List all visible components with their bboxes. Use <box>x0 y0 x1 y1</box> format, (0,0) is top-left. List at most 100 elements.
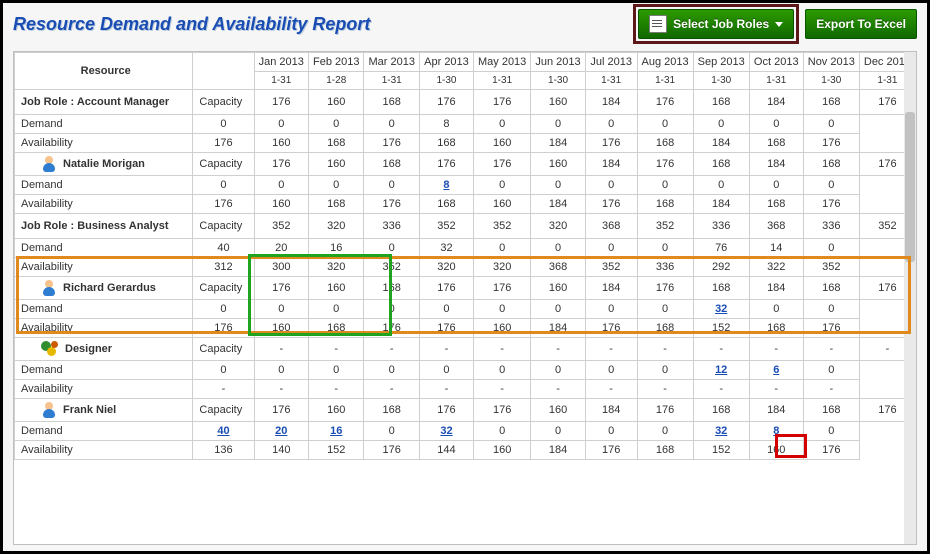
metric-cell: 0 <box>309 361 364 380</box>
metric-cell: 292 <box>693 258 749 277</box>
metric-cell: 160 <box>309 277 364 300</box>
metric-cell: 176 <box>419 399 473 422</box>
metric-label: Availability <box>15 134 193 153</box>
metric-label: Capacity <box>193 338 254 361</box>
metric-cell: 168 <box>419 134 473 153</box>
metric-label: Availability <box>15 380 193 399</box>
metric-cell: 8 <box>419 176 473 195</box>
demand-link[interactable]: 32 <box>715 425 727 437</box>
metric-cell: 176 <box>585 195 637 214</box>
metric-cell: - <box>693 380 749 399</box>
metric-cell: - <box>585 380 637 399</box>
metric-cell: 0 <box>803 115 859 134</box>
metric-cell: - <box>254 338 308 361</box>
metric-cell: 0 <box>803 422 859 441</box>
metric-cell: 0 <box>473 422 530 441</box>
month-header: Apr 2013 <box>419 53 473 72</box>
metric-cell: 176 <box>254 153 308 176</box>
vertical-scrollbar[interactable] <box>904 52 916 544</box>
metric-cell: - <box>749 380 803 399</box>
metric-cell: 6 <box>749 361 803 380</box>
metric-cell: 0 <box>749 300 803 319</box>
metric-cell: - <box>419 380 473 399</box>
toolbar: Select Job Roles Export To Excel <box>633 4 917 44</box>
metric-cell: 168 <box>309 195 364 214</box>
metric-cell: 184 <box>749 277 803 300</box>
metric-cell: 160 <box>531 90 585 115</box>
metric-cell: 176 <box>473 277 530 300</box>
month-header: Nov 2013 <box>803 53 859 72</box>
metric-label: Availability <box>15 319 193 338</box>
metric-cell: 176 <box>254 399 308 422</box>
month-subheader: 1-30 <box>531 72 585 90</box>
metric-cell: 176 <box>473 153 530 176</box>
metric-cell: 320 <box>419 258 473 277</box>
metric-cell: 176 <box>419 90 473 115</box>
metric-cell: 0 <box>193 115 254 134</box>
export-excel-button[interactable]: Export To Excel <box>805 9 917 39</box>
demand-link[interactable]: 20 <box>275 425 287 437</box>
demand-link[interactable]: 8 <box>443 179 449 191</box>
metric-cell: 8 <box>419 115 473 134</box>
metric-cell: 0 <box>803 176 859 195</box>
metric-cell: 160 <box>473 319 530 338</box>
metric-cell: 0 <box>254 176 308 195</box>
metric-cell: 0 <box>803 300 859 319</box>
metric-cell: 152 <box>693 441 749 460</box>
metric-cell: 0 <box>473 361 530 380</box>
user-row: Richard Gerardus <box>15 277 193 300</box>
metric-cell: - <box>419 338 473 361</box>
demand-link[interactable]: 32 <box>440 425 452 437</box>
metric-cell: - <box>473 380 530 399</box>
metric-cell: 160 <box>309 90 364 115</box>
metric-cell: - <box>254 380 308 399</box>
metric-cell: 0 <box>193 176 254 195</box>
metric-label: Capacity <box>193 214 254 239</box>
metric-cell: 168 <box>749 134 803 153</box>
demand-link[interactable]: 40 <box>217 425 229 437</box>
metric-cell: 176 <box>803 195 859 214</box>
metric-cell: 368 <box>531 258 585 277</box>
select-job-roles-button[interactable]: Select Job Roles <box>638 9 794 39</box>
user-row: Natalie Morigan <box>15 153 193 176</box>
chevron-down-icon <box>775 22 783 27</box>
metric-cell: 0 <box>531 361 585 380</box>
metric-cell: 176 <box>419 153 473 176</box>
metric-cell: - <box>693 338 749 361</box>
metric-cell: 0 <box>803 239 859 258</box>
metric-cell: 160 <box>309 399 364 422</box>
demand-link[interactable]: 32 <box>715 303 727 315</box>
month-header: Jul 2013 <box>585 53 637 72</box>
metric-cell: 160 <box>309 153 364 176</box>
metric-cell: 0 <box>637 115 693 134</box>
demand-link[interactable]: 8 <box>773 425 779 437</box>
metric-label: Capacity <box>193 399 254 422</box>
metric-cell: 176 <box>803 134 859 153</box>
metric-cell: 160 <box>254 195 308 214</box>
metric-label: Availability <box>15 258 193 277</box>
demand-link[interactable]: 6 <box>773 364 779 376</box>
metric-cell: 176 <box>364 134 419 153</box>
scrollbar-thumb[interactable] <box>905 112 915 262</box>
metric-cell: 0 <box>473 300 530 319</box>
month-header: Sep 2013 <box>693 53 749 72</box>
metric-cell: 368 <box>585 214 637 239</box>
metric-cell: - <box>364 380 419 399</box>
metric-cell: 168 <box>637 195 693 214</box>
metric-cell: 0 <box>309 176 364 195</box>
demand-link[interactable]: 12 <box>715 364 727 376</box>
metric-cell: 168 <box>749 195 803 214</box>
person-icon <box>41 156 57 172</box>
metric-cell: 176 <box>419 319 473 338</box>
metric-cell: 0 <box>473 239 530 258</box>
metric-cell: 8 <box>749 422 803 441</box>
metric-cell: 32 <box>693 300 749 319</box>
demand-link[interactable]: 16 <box>330 425 342 437</box>
metric-cell: 32 <box>693 422 749 441</box>
metric-cell: 176 <box>585 134 637 153</box>
metric-cell: - <box>531 338 585 361</box>
metric-cell: 176 <box>254 277 308 300</box>
metric-cell: - <box>637 380 693 399</box>
metric-cell: 168 <box>693 90 749 115</box>
metric-cell: 352 <box>419 214 473 239</box>
